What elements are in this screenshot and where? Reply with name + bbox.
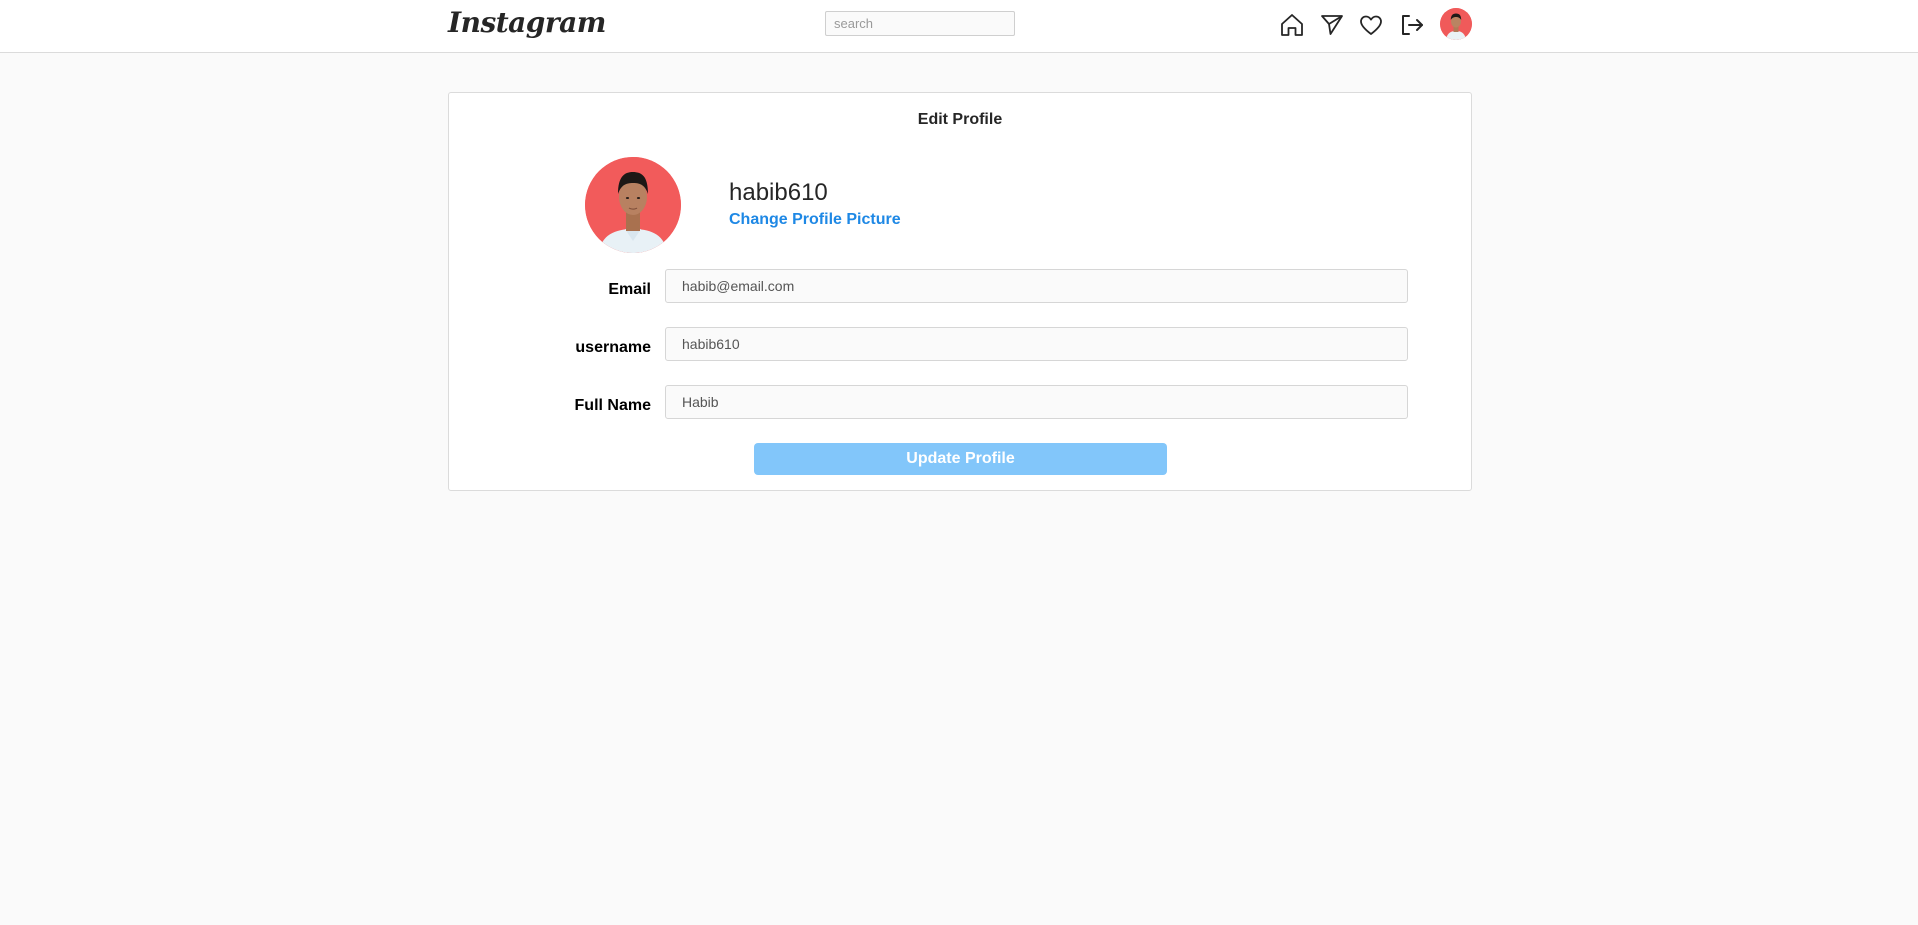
top-navbar: Instagram bbox=[0, 0, 1918, 53]
card-title: Edit Profile bbox=[917, 111, 1003, 128]
profile-username: habib610 bbox=[729, 179, 828, 206]
username-field[interactable] bbox=[665, 327, 1408, 361]
profile-picture bbox=[585, 157, 681, 253]
edit-profile-card: Edit Profile habib610 Change Profile Pic… bbox=[448, 92, 1472, 491]
heart-icon[interactable] bbox=[1357, 11, 1385, 39]
nav-profile-avatar[interactable] bbox=[1440, 8, 1472, 40]
email-label: Email bbox=[608, 281, 651, 298]
send-icon[interactable] bbox=[1318, 11, 1346, 39]
change-profile-picture-link[interactable]: Change Profile Picture bbox=[729, 211, 901, 229]
home-icon[interactable] bbox=[1278, 11, 1306, 39]
username-label: username bbox=[575, 339, 651, 356]
instagram-logo[interactable]: Instagram bbox=[448, 3, 606, 43]
update-profile-button[interactable]: Update Profile bbox=[754, 443, 1167, 475]
email-field[interactable] bbox=[665, 269, 1408, 303]
search-input[interactable] bbox=[825, 11, 1015, 36]
full-name-field[interactable] bbox=[665, 385, 1408, 419]
full-name-label: Full Name bbox=[574, 397, 651, 414]
logout-icon[interactable] bbox=[1398, 11, 1426, 39]
